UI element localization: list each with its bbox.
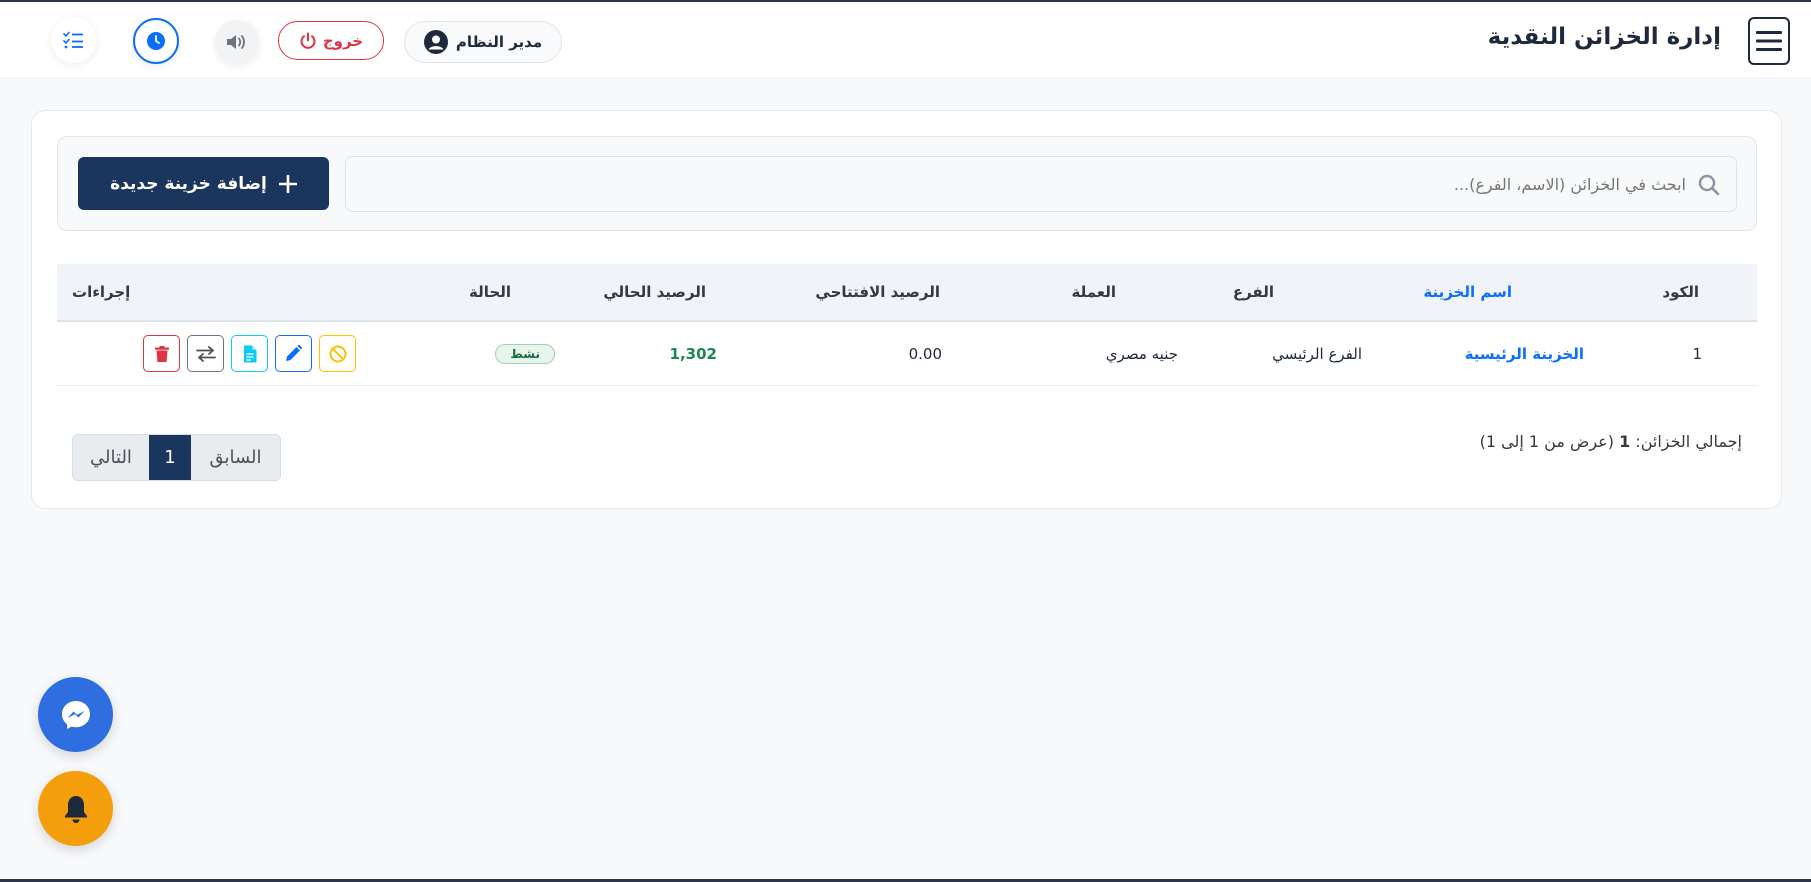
pagination-page-1[interactable]: 1 [149, 435, 191, 480]
transfer-icon [195, 345, 216, 362]
tasks-icon [63, 31, 83, 49]
trash-icon [154, 345, 169, 362]
document-icon [243, 345, 256, 362]
col-currency[interactable]: العملة [1071, 264, 1116, 320]
col-name[interactable]: اسم الخزينة [1423, 264, 1512, 320]
top-header: إدارة الخزائن النقدية مدير النظام خروج [0, 2, 1811, 79]
history-button[interactable] [133, 18, 179, 64]
pencil-icon [286, 345, 302, 361]
deactivate-button[interactable] [319, 335, 356, 372]
add-treasury-button[interactable]: إضافة خزينة جديدة [78, 157, 329, 210]
power-icon [300, 32, 316, 49]
col-opening-balance[interactable]: الرصيد الافتتاحي [815, 264, 940, 320]
page-title: إدارة الخزائن النقدية [1487, 24, 1721, 50]
treasuries-table: الكود اسم الخزينة الفرع العملة الرصيد ال… [57, 264, 1757, 386]
search-icon [1698, 174, 1720, 196]
pagination-prev[interactable]: السابق [191, 435, 280, 480]
statement-button[interactable] [231, 335, 268, 372]
cell-currency: جنيه مصري [1105, 344, 1178, 363]
cell-opening-balance: 0.00 [908, 344, 942, 363]
logout-button[interactable]: خروج [278, 21, 384, 60]
delete-button[interactable] [143, 335, 180, 372]
col-current-balance[interactable]: الرصيد الحالي [603, 264, 706, 320]
menu-icon [1756, 31, 1782, 51]
transfer-button[interactable] [187, 335, 224, 372]
search-input[interactable] [346, 157, 1736, 211]
table-row: 1 الخزينة الرئيسية الفرع الرئيسي جنيه مص… [57, 322, 1757, 386]
cell-actions [143, 322, 356, 385]
edit-button[interactable] [275, 335, 312, 372]
volume-icon [227, 35, 245, 49]
user-icon [423, 30, 448, 54]
user-name-label: مدير النظام [455, 33, 543, 51]
col-actions: إجراءات [72, 283, 131, 301]
sound-toggle-button[interactable] [215, 20, 259, 64]
plus-icon [278, 174, 297, 193]
cell-name-link[interactable]: الخزينة الرئيسية [1465, 322, 1584, 385]
toolbar: إضافة خزينة جديدة [57, 136, 1757, 231]
cell-status: نشط [495, 322, 555, 385]
search-box[interactable] [345, 156, 1737, 212]
ban-icon [329, 345, 346, 362]
treasuries-card: إضافة خزينة جديدة الكود اسم الخزينة الفر… [31, 110, 1782, 509]
tasks-button[interactable] [51, 17, 97, 63]
summary-count: 1 [1619, 432, 1631, 451]
user-menu-button[interactable]: مدير النظام [404, 21, 562, 63]
add-treasury-label: إضافة خزينة جديدة [110, 173, 267, 194]
pagination: التالي 1 السابق [72, 434, 281, 481]
pagination-next[interactable]: التالي [73, 435, 149, 480]
row-actions [143, 335, 356, 372]
cell-code: 1 [1692, 344, 1702, 363]
summary-range: (عرض من 1 إلى 1) [1479, 432, 1614, 451]
menu-button[interactable] [1748, 17, 1790, 65]
messenger-button[interactable] [38, 677, 113, 752]
status-badge: نشط [495, 343, 555, 364]
cell-branch: الفرع الرئيسي [1272, 344, 1362, 363]
table-header: الكود اسم الخزينة الفرع العملة الرصيد ال… [57, 264, 1757, 322]
clock-icon [147, 32, 165, 50]
logout-label: خروج [322, 31, 364, 50]
notifications-button[interactable] [38, 771, 113, 846]
col-code[interactable]: الكود [1662, 264, 1699, 320]
col-status[interactable]: الحالة [469, 264, 511, 320]
col-branch[interactable]: الفرع [1233, 264, 1274, 320]
summary-prefix: إجمالي الخزائن: [1635, 432, 1742, 451]
total-summary: إجمالي الخزائن: 1 (عرض من 1 إلى 1) [1480, 432, 1742, 451]
cell-current-balance: 1,302 [669, 344, 717, 363]
bell-icon [64, 795, 87, 823]
messenger-icon [61, 700, 90, 729]
